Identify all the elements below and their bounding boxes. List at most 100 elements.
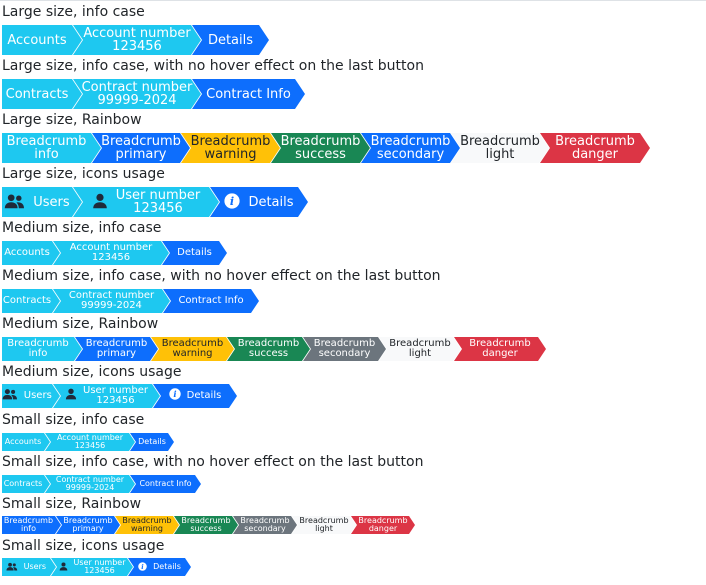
- breadcrumb-item-text: Breadcrumb light: [299, 517, 348, 533]
- section-heading: Small size, info case: [2, 412, 145, 428]
- section-heading: Medium size, icons usage: [2, 364, 182, 380]
- breadcrumb-item-contracts[interactable]: Contracts: [2, 289, 60, 313]
- breadcrumb-item-sublabel: success: [248, 348, 289, 359]
- breadcrumb-item-user-number-123456[interactable]: User number 123456: [53, 384, 160, 408]
- breadcrumb-item-contracts[interactable]: Contracts: [2, 79, 82, 109]
- breadcrumb-item-details[interactable]: Details: [130, 433, 174, 451]
- breadcrumb-item-breadcrumb-warning[interactable]: Breadcrumb warning: [181, 133, 280, 163]
- breadcrumb-item-breadcrumb-primary[interactable]: Breadcrumb primary: [75, 337, 158, 361]
- breadcrumb-item-content: Breadcrumb secondary: [240, 517, 289, 533]
- breadcrumb-item-breadcrumb-danger[interactable]: Breadcrumb danger: [540, 133, 650, 163]
- breadcrumb-item-account-number-123456[interactable]: Account number 123456: [73, 25, 201, 55]
- breadcrumb-item-contract-number-99999-2024[interactable]: Contract number 99999-2024: [73, 79, 201, 109]
- breadcrumb-item-sublabel: 123456: [96, 395, 135, 406]
- breadcrumb: Contracts Contract number 99999-2024 Contra…: [2, 289, 259, 313]
- breadcrumb-item-sublabel: light: [315, 524, 333, 533]
- breadcrumb-item-users[interactable]: Users: [2, 187, 82, 217]
- breadcrumb-item-text: Contract Info: [206, 88, 291, 101]
- breadcrumb-item-content: Breadcrumb secondary: [314, 339, 375, 360]
- breadcrumb-item-content: Breadcrumb secondary: [371, 135, 451, 161]
- breadcrumb-item-breadcrumb-danger[interactable]: Breadcrumb danger: [454, 337, 546, 361]
- breadcrumb-item-sublabel: primary: [96, 348, 137, 359]
- breadcrumb-item-sublabel: 123456: [112, 39, 162, 54]
- breadcrumb-item-label: Details: [207, 32, 254, 48]
- breadcrumb-item-text: Details: [138, 438, 166, 446]
- breadcrumb-item-text: Breadcrumb info: [7, 135, 87, 161]
- breadcrumb-item-account-number-123456[interactable]: Account number 123456: [53, 241, 169, 265]
- section-heading: Small size, icons usage: [2, 538, 165, 554]
- breadcrumb-item-text: User number 123456: [83, 386, 148, 407]
- breadcrumb-item-label: Users: [23, 389, 52, 401]
- breadcrumb-item-details[interactable]: i Details: [128, 558, 191, 576]
- breadcrumb-item-content: Users: [2, 388, 52, 404]
- breadcrumb-item-sublabel: light: [485, 147, 515, 162]
- breadcrumb-item-breadcrumb-info[interactable]: Breadcrumb info: [2, 516, 61, 534]
- breadcrumb-item-breadcrumb-light[interactable]: Breadcrumb light: [451, 133, 549, 163]
- breadcrumb-item-label: Details: [138, 437, 166, 446]
- breadcrumb-item-breadcrumb-light[interactable]: Breadcrumb light: [379, 337, 461, 361]
- breadcrumb-item-content: Breadcrumb warning: [162, 339, 223, 360]
- breadcrumb-item-content: Accounts: [5, 438, 41, 446]
- breadcrumb-item-contract-info[interactable]: Contract Info: [163, 289, 259, 313]
- breadcrumb-item-users[interactable]: Users: [2, 384, 60, 408]
- breadcrumb-item-details[interactable]: i Details: [210, 187, 308, 217]
- breadcrumb-item-content: Breadcrumb success: [281, 135, 361, 161]
- breadcrumb-item-text: Accounts: [5, 438, 41, 446]
- breadcrumb-item-content: Contract number 99999-2024: [82, 81, 193, 107]
- breadcrumb-item-details[interactable]: i Details: [153, 384, 237, 408]
- breadcrumb-item-label: Users: [23, 562, 47, 571]
- breadcrumb-item-text: Accounts: [7, 34, 66, 47]
- breadcrumb-item-breadcrumb-success[interactable]: Breadcrumb success: [227, 337, 310, 361]
- breadcrumb-item-contract-number-99999-2024[interactable]: Contract number 99999-2024: [53, 289, 170, 313]
- breadcrumb-item-accounts[interactable]: Accounts: [2, 241, 60, 265]
- breadcrumb-item-breadcrumb-info[interactable]: Breadcrumb info: [2, 337, 82, 361]
- breadcrumb-item-content: Contract Info: [139, 480, 191, 488]
- breadcrumb-item-breadcrumb-secondary[interactable]: Breadcrumb secondary: [303, 337, 386, 361]
- breadcrumb-item-text: Contracts: [6, 88, 69, 101]
- section-heading: Large size, icons usage: [2, 166, 165, 182]
- breadcrumb-item-text: Breadcrumb secondary: [240, 517, 289, 533]
- breadcrumb-item-sublabel: 123456: [91, 252, 131, 263]
- top-divider: [0, 0, 706, 1]
- breadcrumb-item-details[interactable]: Details: [192, 25, 269, 55]
- section-heading: Large size, info case, with no hover eff…: [2, 58, 424, 74]
- breadcrumb-item-user-number-123456[interactable]: User number 123456: [73, 187, 219, 217]
- breadcrumb-item-contract-number-99999-2024[interactable]: Contract number 99999-2024: [45, 475, 135, 493]
- breadcrumb-item-breadcrumb-primary[interactable]: Breadcrumb primary: [56, 516, 120, 534]
- breadcrumb-item-user-number-123456[interactable]: User number 123456: [51, 558, 133, 576]
- breadcrumb-item-breadcrumb-warning[interactable]: Breadcrumb warning: [115, 516, 179, 534]
- breadcrumb-item-content: User number 123456: [92, 189, 201, 215]
- breadcrumb-item-label: Accounts: [4, 246, 50, 258]
- breadcrumb-item-label: Details: [248, 194, 294, 210]
- breadcrumb-item-breadcrumb-success[interactable]: Breadcrumb success: [271, 133, 370, 163]
- breadcrumb-item-text: Details: [153, 563, 181, 571]
- breadcrumb-item-accounts[interactable]: Accounts: [2, 433, 50, 451]
- breadcrumb-item-contracts[interactable]: Contracts: [2, 475, 50, 493]
- breadcrumb-item-text: Breadcrumb success: [281, 135, 361, 161]
- breadcrumb-item-breadcrumb-danger[interactable]: Breadcrumb danger: [351, 516, 415, 534]
- breadcrumb-item-breadcrumb-secondary[interactable]: Breadcrumb secondary: [361, 133, 460, 163]
- breadcrumb-item-text: User number 123456: [116, 189, 201, 215]
- section-heading: Medium size, info case, with no hover ef…: [2, 268, 441, 284]
- breadcrumb-item-text: Contract number 99999-2024: [82, 81, 193, 107]
- breadcrumb-item-label: Accounts: [4, 437, 42, 446]
- breadcrumb-item-accounts[interactable]: Accounts: [2, 25, 82, 55]
- breadcrumb-item-contract-info[interactable]: Contract Info: [130, 475, 201, 493]
- svg-text:i: i: [230, 194, 234, 208]
- breadcrumb-item-account-number-123456[interactable]: Account number 123456: [45, 433, 135, 451]
- breadcrumb-item-contract-info[interactable]: Contract Info: [192, 79, 305, 109]
- breadcrumb-item-breadcrumb-success[interactable]: Breadcrumb success: [174, 516, 238, 534]
- breadcrumb-item-details[interactable]: Details: [162, 241, 227, 265]
- breadcrumb-item-text: Breadcrumb warning: [122, 517, 171, 533]
- users-icon: [6, 562, 18, 573]
- breadcrumb-item-breadcrumb-light[interactable]: Breadcrumb light: [292, 516, 356, 534]
- breadcrumb-item-label: Contracts: [3, 479, 43, 488]
- breadcrumb-item-users[interactable]: Users: [2, 558, 56, 576]
- breadcrumb-item-text: Contracts: [4, 480, 43, 488]
- breadcrumb-item-content: Breadcrumb success: [181, 517, 230, 533]
- breadcrumb-item-breadcrumb-secondary[interactable]: Breadcrumb secondary: [233, 516, 297, 534]
- breadcrumb-item-breadcrumb-warning[interactable]: Breadcrumb warning: [151, 337, 234, 361]
- breadcrumb-item-breadcrumb-info[interactable]: Breadcrumb info: [2, 133, 101, 163]
- breadcrumb-item-content: Breadcrumb danger: [469, 339, 530, 360]
- breadcrumb-item-breadcrumb-primary[interactable]: Breadcrumb primary: [92, 133, 190, 163]
